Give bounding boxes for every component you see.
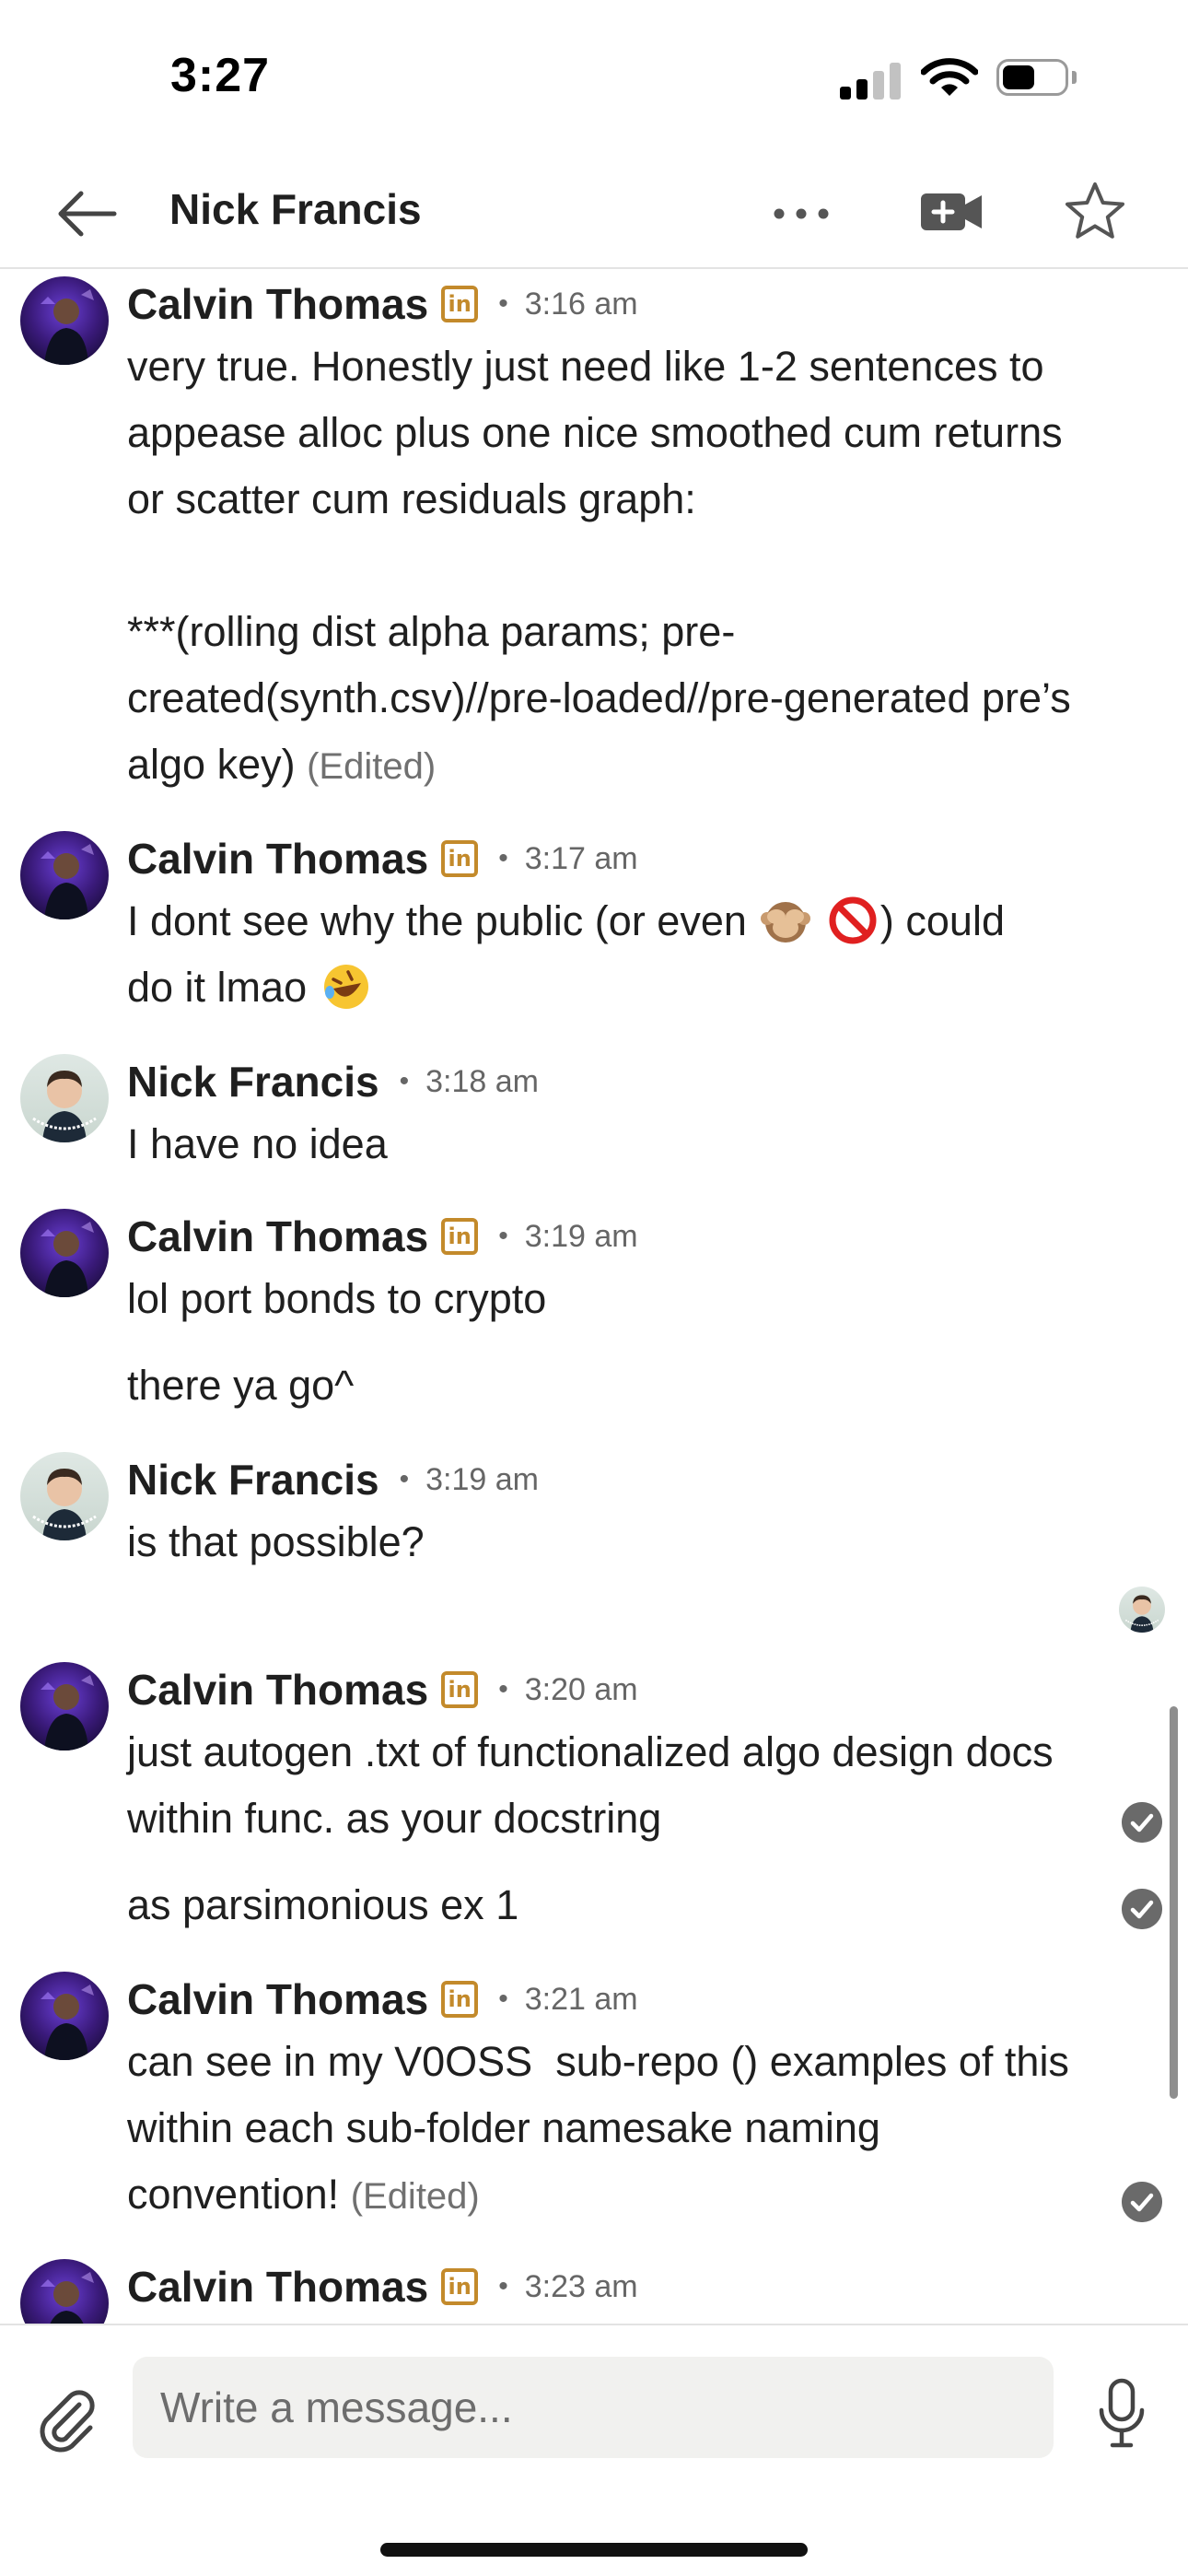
avatar[interactable] (20, 1209, 109, 1297)
message-text[interactable]: is that possible? (127, 1509, 1103, 1575)
linkedin-badge-icon: in (441, 1218, 479, 1255)
linkedin-badge-icon: in (441, 1981, 479, 2018)
message-header: Nick Francis • 3:19 am (127, 1454, 539, 1505)
wifi-icon (921, 58, 978, 96)
microphone-icon[interactable] (1096, 2377, 1147, 2451)
status-bar: 3:27 (0, 0, 1188, 157)
sender-name[interactable]: Calvin Thomas (127, 1212, 428, 1261)
sender-name[interactable]: Calvin Thomas (127, 1665, 428, 1715)
separator-dot: • (498, 288, 508, 319)
avatar[interactable] (20, 1054, 109, 1142)
status-time: 3:27 (170, 49, 271, 102)
linkedin-badge-icon: in (441, 286, 479, 322)
message-text[interactable]: can see in my V0OSS sub-repo () examples… (127, 2029, 1103, 2230)
message-time: 3:17 am (524, 840, 638, 876)
message-list[interactable]: Calvin Thomas in • 3:16 am very true. Ho… (0, 269, 1188, 2324)
avatar[interactable] (20, 1972, 109, 2060)
message-text[interactable]: there ya go^ (127, 1352, 1103, 1419)
separator-dot: • (498, 843, 508, 873)
separator-dot: • (498, 1221, 508, 1251)
rolling-laughing-icon (323, 965, 368, 1009)
message-header: Nick Francis • 3:18 am (127, 1056, 539, 1107)
message-header: Calvin Thomas in • 3:21 am (127, 1973, 638, 2025)
sender-name[interactable]: Calvin Thomas (127, 834, 428, 884)
separator-dot: • (498, 2271, 508, 2301)
message-time: 3:18 am (425, 1063, 539, 1099)
read-check-icon (1122, 1889, 1162, 1929)
cellular-signal-icon (840, 61, 904, 100)
message-header: Calvin Thomas in • 3:23 am (127, 2261, 638, 2313)
battery-icon (996, 59, 1077, 98)
linkedin-badge-icon: in (441, 1671, 479, 1708)
message-time: 3:16 am (524, 286, 638, 322)
prohibited-icon (829, 896, 877, 944)
message-header: Calvin Thomas in • 3:19 am (127, 1211, 638, 1262)
message-text[interactable]: as parsimonious ex 1 (127, 1872, 1103, 1938)
sender-name[interactable]: Calvin Thomas (127, 1974, 428, 2024)
message-time: 3:20 am (524, 1671, 638, 1707)
sender-name[interactable]: Nick Francis (127, 1455, 379, 1505)
avatar[interactable] (20, 276, 109, 365)
back-arrow-icon[interactable] (53, 186, 120, 241)
avatar[interactable] (20, 831, 109, 919)
read-check-icon (1122, 2182, 1162, 2222)
edited-label: (Edited) (350, 2176, 480, 2217)
message-header: Calvin Thomas in • 3:16 am (127, 278, 638, 330)
separator-dot: • (399, 1066, 410, 1096)
message-input[interactable] (133, 2357, 1054, 2458)
message-time: 3:19 am (425, 1461, 539, 1497)
chat-title[interactable]: Nick Francis (169, 184, 422, 234)
separator-dot: • (498, 1984, 508, 2014)
message-text[interactable]: lol port bonds to crypto (127, 1266, 1103, 1332)
more-options-icon[interactable] (770, 193, 833, 234)
sender-name[interactable]: Nick Francis (127, 1057, 379, 1107)
home-indicator (380, 2543, 808, 2557)
message-time: 3:21 am (524, 1981, 638, 2017)
message-text[interactable]: I have no idea (127, 1111, 1103, 1177)
read-check-icon (1122, 1802, 1162, 1843)
separator-dot: • (498, 1674, 508, 1704)
message-time: 3:23 am (524, 2268, 638, 2304)
separator-dot: • (399, 1464, 410, 1494)
chat-header: Nick Francis (0, 157, 1188, 269)
see-no-evil-monkey-icon (761, 902, 811, 943)
sender-name[interactable]: Calvin Thomas (127, 2262, 428, 2312)
linkedin-badge-icon: in (441, 2268, 479, 2305)
linkedin-badge-icon: in (441, 840, 479, 877)
message-text[interactable]: just autogen .txt of functionalized algo… (127, 1719, 1103, 1852)
video-call-icon[interactable] (919, 188, 984, 236)
message-composer (0, 2324, 1188, 2576)
message-text[interactable]: very true. Honestly just need like 1-2 s… (127, 334, 1103, 800)
paperclip-icon[interactable] (35, 2386, 98, 2453)
avatar[interactable] (20, 2259, 109, 2324)
edited-label: (Edited) (307, 746, 437, 787)
message-header: Calvin Thomas in • 3:20 am (127, 1664, 638, 1715)
star-icon[interactable] (1064, 181, 1126, 243)
message-text[interactable]: I dont see why the public (or even ) cou… (127, 888, 1103, 1021)
message-time: 3:19 am (524, 1218, 638, 1254)
read-receipt-avatar (1119, 1587, 1165, 1633)
message-header: Calvin Thomas in • 3:17 am (127, 833, 638, 884)
avatar[interactable] (20, 1452, 109, 1540)
avatar[interactable] (20, 1662, 109, 1751)
scrollbar-thumb[interactable] (1170, 1706, 1178, 2099)
sender-name[interactable]: Calvin Thomas (127, 279, 428, 329)
